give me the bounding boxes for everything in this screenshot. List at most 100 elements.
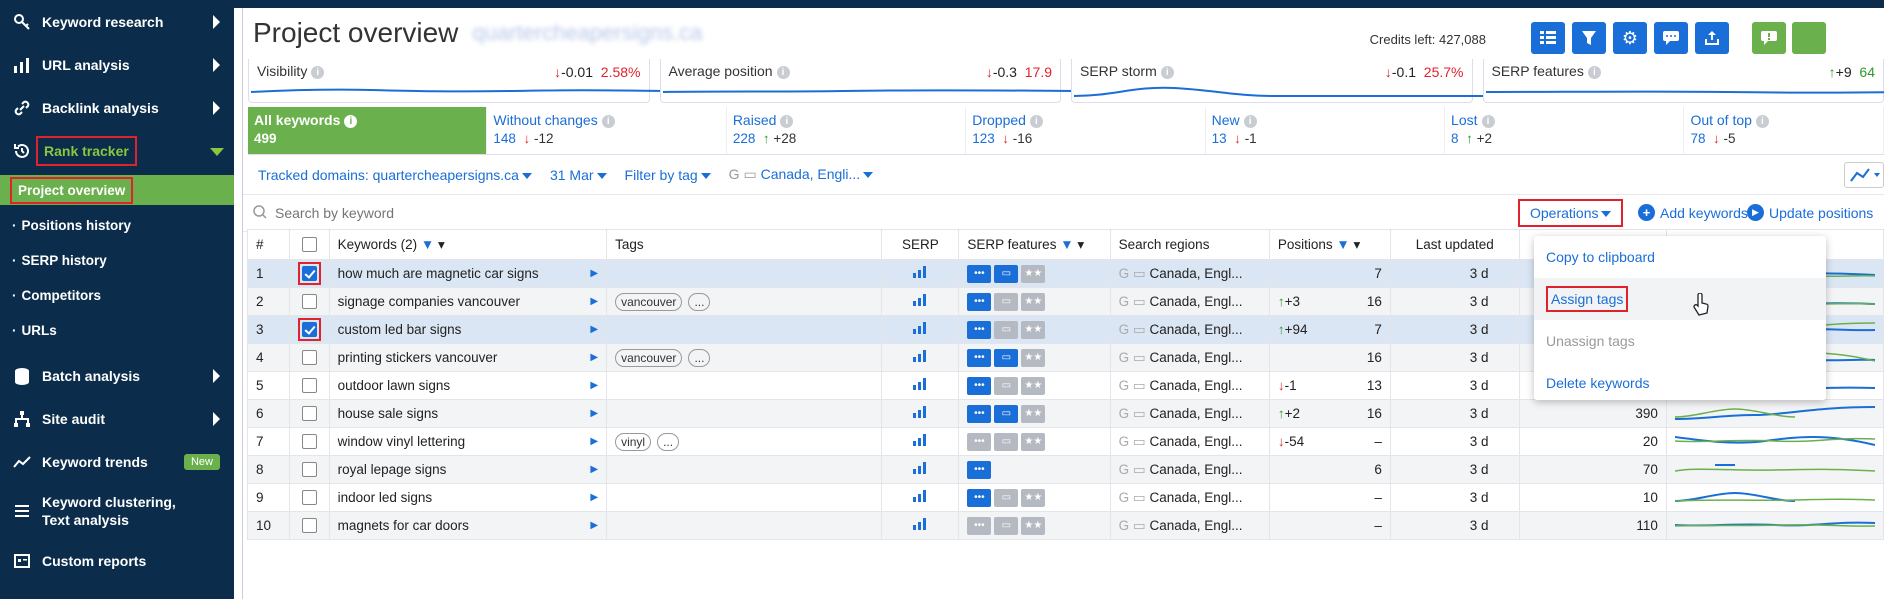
serp-bars-icon[interactable] [913, 518, 927, 533]
keyword-cell[interactable]: house sale signs ▶ [328, 399, 608, 428]
tab-without-changes[interactable]: Without changes i 148 ↓ -12 [487, 107, 727, 154]
serp-bars-icon[interactable] [913, 322, 927, 337]
col-positions[interactable]: Positions ▼ ▾ [1268, 229, 1391, 260]
sort-icon[interactable]: ▾ [438, 237, 445, 252]
row-select-cell[interactable] [288, 455, 330, 484]
tag-pill[interactable]: ... [657, 432, 680, 451]
tag-pill[interactable]: ... [688, 348, 711, 367]
tag-pill[interactable]: vancouver [615, 348, 683, 367]
row-select-cell[interactable] [288, 399, 330, 428]
row-checkbox[interactable] [301, 266, 317, 282]
serp-cell[interactable] [881, 343, 960, 372]
row-select-cell[interactable] [288, 315, 330, 344]
menu-item-assign-tags[interactable]: Assign tags [1534, 278, 1826, 320]
table-row[interactable]: 10 magnets for car doors ▶ ••• ▭ ★★ G ▭ Can… [247, 511, 1884, 540]
serp-cell[interactable] [881, 427, 960, 456]
sidebar-item-keyword-clustering[interactable]: Keyword clustering, Text analysis [0, 483, 234, 539]
serp-bars-icon[interactable] [913, 378, 927, 393]
alert-button[interactable] [1752, 22, 1786, 54]
update-positions-button[interactable]: ▶ Update positions [1747, 204, 1873, 221]
sort-icon[interactable]: ▾ [1354, 237, 1361, 252]
serp-features-cell[interactable]: ••• ▭ ★★ [958, 427, 1111, 456]
serp-features-cell[interactable]: ••• ▭ ★★ [958, 259, 1111, 288]
keyword-cell[interactable]: outdoor lawn signs ▶ [328, 371, 608, 400]
chart-toggle-button[interactable] [1844, 162, 1884, 188]
sidebar-item-keyword-research[interactable]: Keyword research [0, 0, 234, 43]
keyword-cell[interactable]: printing stickers vancouver ▶ [328, 343, 608, 372]
table-row[interactable]: 9 indoor led signs ▶ ••• ▭ ★★ G ▭ Canada, E… [247, 483, 1884, 512]
serp-bars-icon[interactable] [913, 434, 927, 449]
sidebar-item-rank-tracker[interactable]: Rank tracker [0, 129, 234, 172]
serp-bars-icon[interactable] [913, 294, 927, 309]
tab-raised[interactable]: Raised i 228 ↑ +28 [727, 107, 967, 154]
serp-features-cell[interactable]: ••• ▭ ★★ [958, 371, 1111, 400]
search-input[interactable] [275, 205, 675, 221]
row-select-cell[interactable] [288, 483, 330, 512]
chevron-right-icon[interactable]: ▶ [590, 352, 598, 363]
row-checkbox[interactable] [301, 490, 317, 506]
chevron-right-icon[interactable]: ▶ [590, 492, 598, 503]
col-keywords[interactable]: Keywords (2) ▼ ▾ [328, 229, 608, 260]
serp-features-cell[interactable]: ••• ▭ ★★ [958, 483, 1111, 512]
date-filter[interactable]: 31 Mar [550, 167, 607, 183]
sidebar-sub-serp-history[interactable]: · SERP history [0, 243, 234, 278]
chevron-right-icon[interactable]: ▶ [590, 296, 598, 307]
row-checkbox[interactable] [301, 350, 317, 366]
help-button[interactable] [1792, 22, 1826, 54]
filter-icon[interactable]: ▼ [1336, 237, 1349, 252]
serp-bars-icon[interactable] [913, 266, 927, 281]
serp-cell[interactable] [881, 483, 960, 512]
grid-view-button[interactable] [1531, 22, 1565, 54]
metric-serp-storm[interactable]: SERP storm i ↓-0.1 25.7% [1071, 59, 1486, 103]
sidebar-item-custom-reports[interactable]: Custom reports [0, 539, 234, 582]
metric-serp-features[interactable]: SERP features i ↑+9 64 [1482, 59, 1884, 103]
sidebar-sub-urls[interactable]: · URLs [0, 313, 234, 348]
keyword-cell[interactable]: signage companies vancouver ▶ [328, 287, 608, 316]
serp-cell[interactable] [881, 259, 960, 288]
row-checkbox[interactable] [301, 434, 317, 450]
table-row[interactable]: 7 window vinyl lettering ▶ vinyl... ••• ▭ ★… [247, 427, 1884, 456]
serp-features-cell[interactable]: ••• ▭ ★★ [958, 399, 1111, 428]
keyword-cell[interactable]: custom led bar signs ▶ [328, 315, 608, 344]
sidebar-sub-competitors[interactable]: · Competitors [0, 278, 234, 313]
serp-cell[interactable] [881, 371, 960, 400]
sidebar-item-keyword-trends[interactable]: Keyword trends New [0, 440, 234, 483]
col-serp-features[interactable]: SERP features ▼ ▾ [958, 229, 1111, 260]
serp-features-cell[interactable]: ••• [958, 455, 1111, 484]
sort-icon[interactable]: ▾ [1077, 237, 1084, 252]
chevron-right-icon[interactable]: ▶ [590, 268, 598, 279]
tag-pill[interactable]: vinyl [615, 432, 652, 451]
row-select-cell[interactable] [288, 259, 330, 288]
filter-icon[interactable]: ▼ [421, 237, 434, 252]
tab-lost[interactable]: Lost i 8 ↑ +2 [1445, 107, 1685, 154]
row-checkbox[interactable] [301, 322, 317, 338]
keyword-cell[interactable]: magnets for car doors ▶ [328, 511, 608, 540]
serp-bars-icon[interactable] [913, 406, 927, 421]
row-select-cell[interactable] [288, 287, 330, 316]
tag-pill[interactable]: vancouver [615, 292, 683, 311]
serp-features-cell[interactable]: ••• ▭ ★★ [958, 315, 1111, 344]
filter-icon[interactable]: ▼ [1060, 237, 1073, 252]
row-checkbox[interactable] [301, 294, 317, 310]
keyword-cell[interactable]: how much are magnetic car signs ▶ [328, 259, 608, 288]
serp-features-cell[interactable]: ••• ▭ ★★ [958, 343, 1111, 372]
sidebar-item-backlink-analysis[interactable]: Backlink analysis [0, 86, 234, 129]
serp-cell[interactable] [881, 315, 960, 344]
keyword-cell[interactable]: window vinyl lettering ▶ [328, 427, 608, 456]
row-checkbox[interactable] [301, 406, 317, 422]
serp-cell[interactable] [881, 399, 960, 428]
region-filter[interactable]: G ▭ Canada, Engli... [729, 166, 874, 183]
sidebar-item-url-analysis[interactable]: URL analysis [0, 43, 234, 86]
chevron-right-icon[interactable]: ▶ [590, 464, 598, 475]
chevron-right-icon[interactable]: ▶ [590, 324, 598, 335]
row-checkbox[interactable] [301, 518, 317, 534]
row-select-cell[interactable] [288, 511, 330, 540]
serp-features-cell[interactable]: ••• ▭ ★★ [958, 511, 1111, 540]
export-button[interactable] [1695, 22, 1729, 54]
menu-item-copy-to-clipboard[interactable]: Copy to clipboard [1534, 236, 1826, 278]
chevron-right-icon[interactable]: ▶ [590, 436, 598, 447]
sidebar-sub-positions-history[interactable]: · Positions history [0, 208, 234, 243]
tab-all-keywords[interactable]: All keywords i 499 [248, 107, 488, 154]
serp-cell[interactable] [881, 455, 960, 484]
serp-bars-icon[interactable] [913, 350, 927, 365]
